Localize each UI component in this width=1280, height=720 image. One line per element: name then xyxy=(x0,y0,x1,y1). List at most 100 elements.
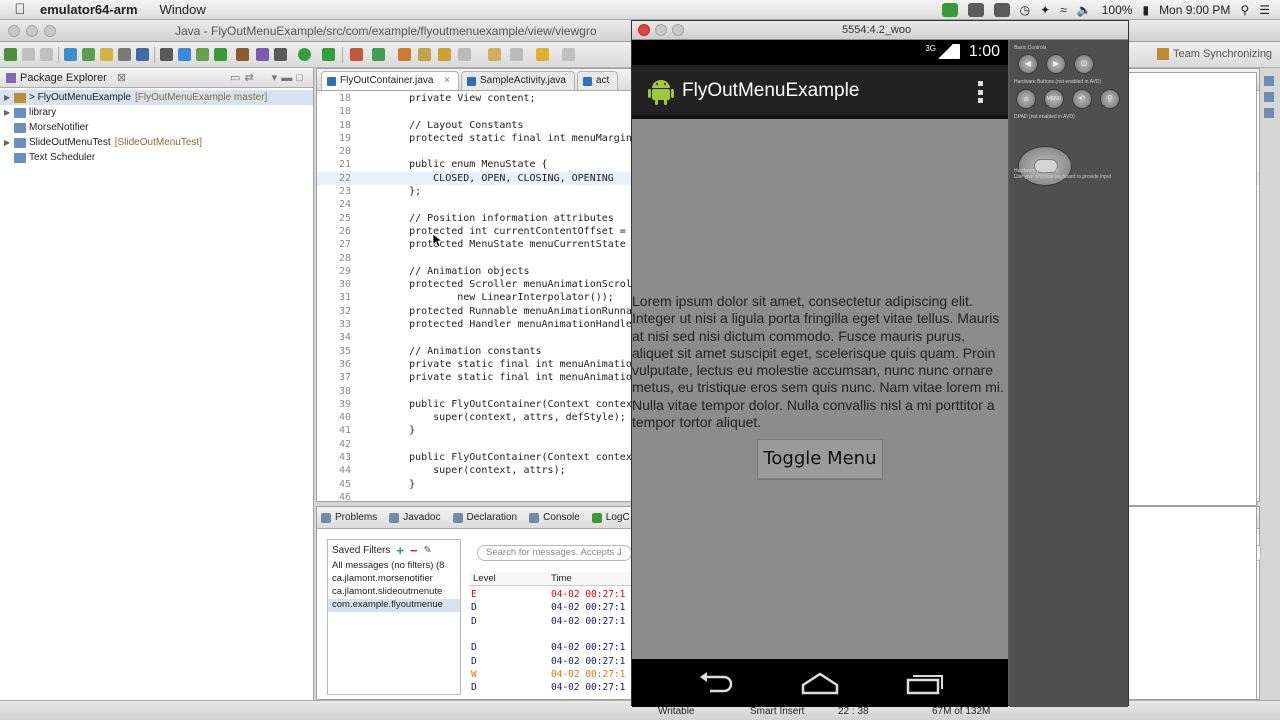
avd-manager-icon[interactable] xyxy=(82,48,95,61)
filter-item[interactable]: ca.jlamont.morsenotifier xyxy=(328,573,460,586)
close-tab-icon[interactable]: × xyxy=(444,75,450,86)
airplay-icon[interactable] xyxy=(993,3,1010,17)
tree-item[interactable]: MorseNotifier xyxy=(0,120,313,135)
log-row[interactable]: D 04-02 00:27:1 xyxy=(471,656,625,667)
toggle-menu-button[interactable]: Toggle Menu xyxy=(757,439,883,479)
bluetooth-icon[interactable]: ✦ xyxy=(1040,3,1050,17)
view-menu-icon[interactable]: ▾ xyxy=(272,71,278,84)
edit-filter-icon[interactable]: ✎ xyxy=(424,545,432,556)
dpad-control[interactable] xyxy=(1018,146,1072,186)
minimize-view-icon[interactable]: ▬ xyxy=(281,72,292,84)
close-view-icon[interactable]: ⊠ xyxy=(117,71,126,84)
filter-item[interactable]: ca.jlamont.slideoutmenute xyxy=(328,586,460,599)
filter-item[interactable]: All messages (no filters) (8 xyxy=(328,560,460,573)
expand-arrow-icon[interactable]: ▶ xyxy=(4,93,14,102)
tab-console[interactable]: Console xyxy=(529,512,580,523)
new-package-icon[interactable] xyxy=(372,48,385,61)
search-button-icon[interactable]: ⚲ xyxy=(1100,89,1120,109)
battery-icon[interactable]: ▮ xyxy=(1142,3,1149,17)
link-editor-icon[interactable]: ⇄ xyxy=(244,71,253,84)
package-explorer-tab[interactable]: Package Explorer ⊠ ▭ ⇄ ▾ ▬ □ xyxy=(0,68,313,88)
tab-logcat[interactable]: LogC xyxy=(591,512,630,523)
mark-occurrences-icon[interactable] xyxy=(136,48,149,61)
device-screen[interactable]: 3G 1:00 FlyOutMenuExample Lorem ipsum do… xyxy=(632,40,1008,707)
log-row[interactable]: E 04-02 00:27:1 xyxy=(471,589,625,600)
status-memory[interactable]: 67M of 132M xyxy=(932,706,990,717)
col-time[interactable]: Time xyxy=(551,573,572,584)
wifi-icon[interactable]: ≈ xyxy=(1060,3,1067,17)
col-level[interactable]: Level xyxy=(473,573,496,584)
minimize-emulator-button[interactable] xyxy=(655,24,667,36)
new-icon[interactable] xyxy=(4,48,17,61)
new-java-project-icon[interactable] xyxy=(350,48,363,61)
window-menu[interactable]: Window xyxy=(160,2,206,17)
tree-item[interactable]: ▶ SlideOutMenuTest [SlideOutMenuTest] xyxy=(0,135,313,150)
save-all-icon[interactable] xyxy=(40,48,53,61)
log-row[interactable] xyxy=(471,629,551,640)
expand-arrow-icon[interactable]: ▶ xyxy=(4,108,14,117)
minimize-window-button[interactable] xyxy=(26,25,38,37)
tab-javadoc[interactable]: Javadoc xyxy=(389,512,441,523)
annotation-icon[interactable] xyxy=(488,48,501,61)
run-last-icon[interactable] xyxy=(322,48,335,61)
overflow-menu-icon[interactable] xyxy=(978,81,984,103)
spotlight-icon[interactable]: ⚲ xyxy=(1240,3,1249,17)
tab-sampleactivity[interactable]: SampleActivity.java xyxy=(461,71,575,90)
tab-act[interactable]: act xyxy=(576,71,619,90)
close-emulator-button[interactable] xyxy=(638,24,650,36)
log-search-input[interactable]: Search for messages. Accepts J xyxy=(477,545,632,561)
outline-icon[interactable] xyxy=(1264,76,1274,86)
toggle-icon[interactable] xyxy=(118,48,131,61)
remove-filter-icon[interactable]: − xyxy=(410,543,418,558)
hierarchy-icon[interactable] xyxy=(1264,108,1274,118)
close-window-button[interactable] xyxy=(8,25,20,37)
battery-percent[interactable]: 100% xyxy=(1102,3,1133,17)
volume-up-icon[interactable]: ▶ xyxy=(1046,54,1066,74)
zoom-emulator-button[interactable] xyxy=(672,24,684,36)
log-row[interactable]: W 04-02 00:27:1 xyxy=(471,669,625,680)
collapse-all-icon[interactable]: ▭ xyxy=(230,71,240,84)
open-type-icon[interactable] xyxy=(418,48,431,61)
android-sdk-icon[interactable] xyxy=(64,48,77,61)
power-icon[interactable]: ⏻ xyxy=(1074,54,1094,74)
evernote-icon[interactable] xyxy=(941,3,958,17)
word-icon[interactable] xyxy=(967,3,984,17)
log-row[interactable]: D 04-02 00:27:1 xyxy=(471,682,625,693)
perspective-team-sync[interactable]: Team Synchronizing xyxy=(1157,48,1272,60)
task-icon[interactable] xyxy=(196,48,209,61)
tree-item[interactable]: ▶ library xyxy=(0,105,313,120)
tab-flyoutcontainer[interactable]: FlyOutContainer.java × xyxy=(321,71,460,90)
coverage-icon[interactable] xyxy=(274,48,287,61)
apple-menu-icon[interactable]:  xyxy=(0,1,40,18)
lint-icon[interactable] xyxy=(100,48,113,61)
log-row[interactable]: D 04-02 00:27:1 xyxy=(471,642,625,653)
debug-icon[interactable] xyxy=(256,48,269,61)
tree-item[interactable]: ▶ > FlyOutMenuExample [FlyOutMenuExample m… xyxy=(0,90,313,105)
add-filter-icon[interactable]: + xyxy=(396,543,404,558)
open-task-icon[interactable] xyxy=(438,48,451,61)
ddms-icon[interactable] xyxy=(178,48,191,61)
save-icon[interactable] xyxy=(22,48,35,61)
tab-declaration[interactable]: Declaration xyxy=(452,512,517,523)
tree-item[interactable]: Text Scheduler xyxy=(0,150,313,165)
log-row[interactable]: D 04-02 00:27:1 xyxy=(471,602,625,613)
home-icon[interactable] xyxy=(800,671,840,695)
log-row[interactable]: D 04-02 00:27:1 xyxy=(471,616,625,627)
search-icon[interactable] xyxy=(458,48,471,61)
task-list-icon[interactable] xyxy=(1264,92,1274,102)
skip-breakpoints-icon[interactable] xyxy=(214,48,227,61)
back-icon[interactable] xyxy=(696,671,736,695)
tab-problems[interactable]: Problems xyxy=(321,512,377,523)
expand-arrow-icon[interactable]: ▶ xyxy=(4,138,14,147)
external-tools-icon[interactable] xyxy=(236,48,249,61)
run-icon[interactable] xyxy=(298,48,311,61)
volume-icon[interactable]: 🔈 xyxy=(1077,3,1092,17)
app-menu[interactable]: emulator64-arm xyxy=(40,2,138,17)
notification-center-icon[interactable]: ☰ xyxy=(1259,3,1270,17)
menu-button[interactable]: MENU xyxy=(1044,89,1064,109)
time-machine-icon[interactable]: ◷ xyxy=(1020,3,1030,17)
back-icon[interactable] xyxy=(536,48,549,61)
zoom-window-button[interactable] xyxy=(44,25,56,37)
forward-icon[interactable] xyxy=(562,48,575,61)
home-button-icon[interactable]: ⌂ xyxy=(1016,89,1036,109)
